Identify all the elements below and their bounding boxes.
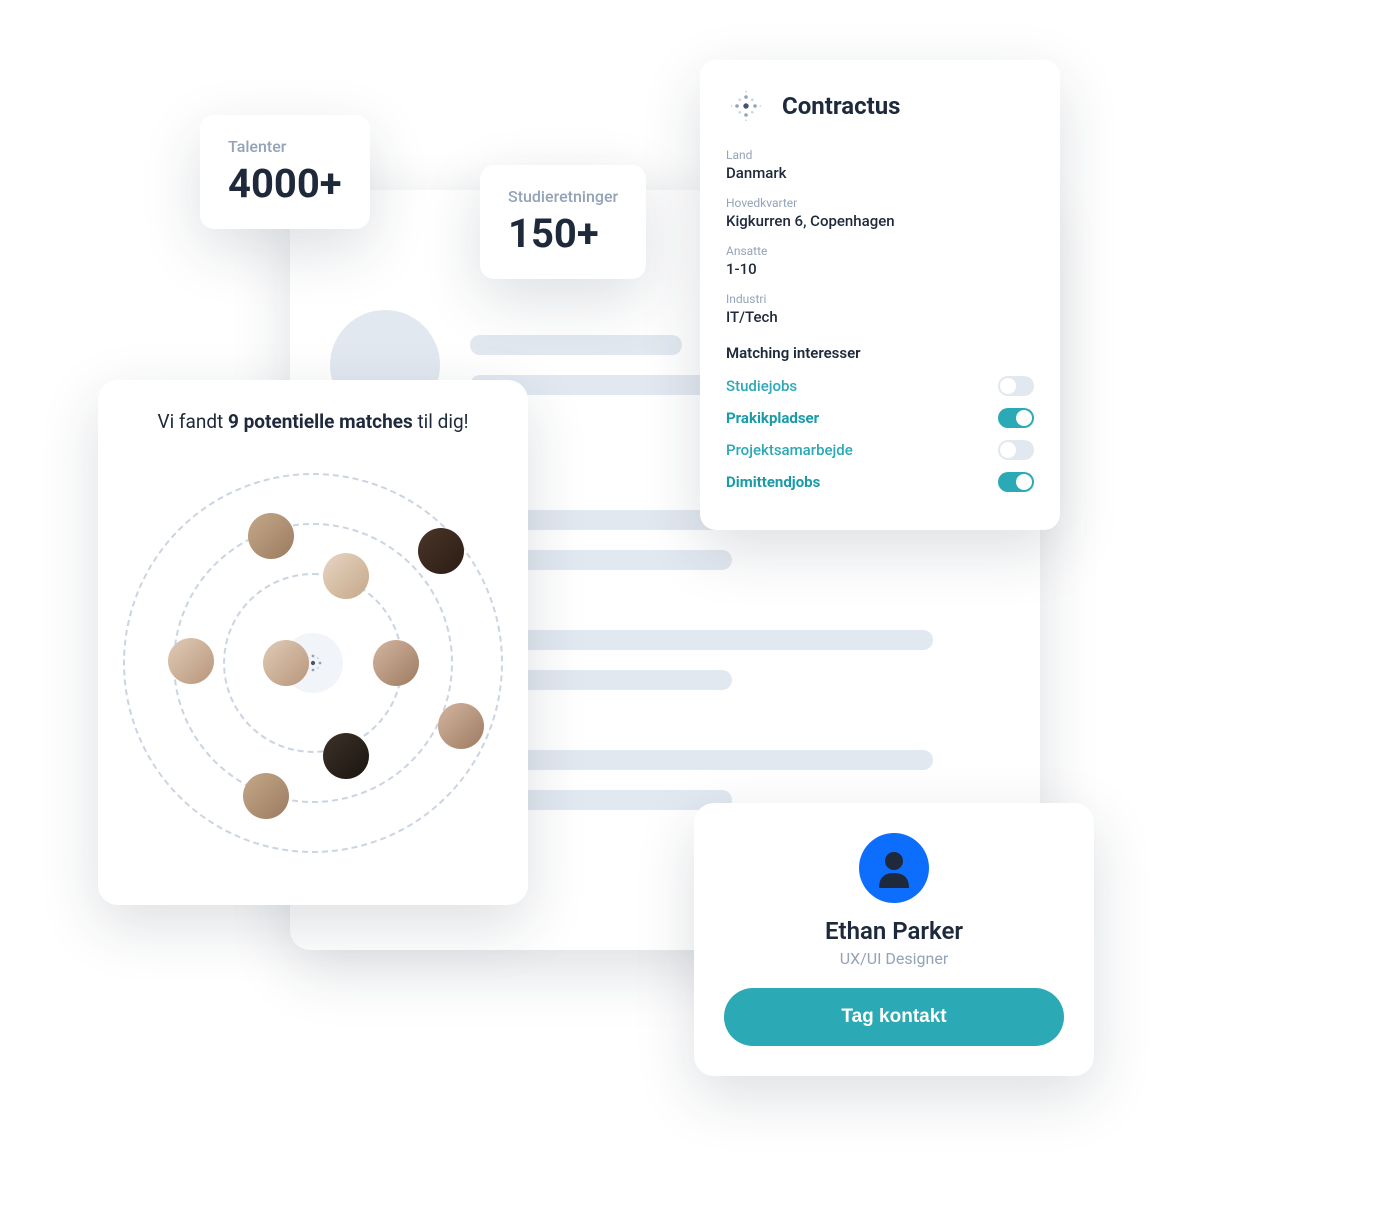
toggle-prakikpladser[interactable] xyxy=(998,408,1034,428)
stat-card-talenter: Talenter 4000+ xyxy=(200,115,370,229)
skeleton-line xyxy=(470,335,682,355)
stat-card-studieretninger: Studieretninger 150+ xyxy=(480,165,646,279)
stat-value: 150+ xyxy=(508,210,618,257)
toggle-projektsamarbejde[interactable] xyxy=(998,440,1034,460)
field-value: 1-10 xyxy=(726,260,1034,278)
avatar xyxy=(248,513,294,559)
profile-avatar xyxy=(859,833,929,903)
interest-label: Studiejobs xyxy=(726,377,797,395)
profile-role: UX/UI Designer xyxy=(840,949,949,968)
interest-row-prakikpladser: Prakikpladser xyxy=(726,408,1034,428)
orbit-diagram xyxy=(128,453,498,873)
field-value: Danmark xyxy=(726,164,1034,182)
company-name: Contractus xyxy=(782,92,900,120)
avatar xyxy=(418,528,464,574)
company-field-land: Land Danmark xyxy=(726,148,1034,182)
company-field-hovedkvarter: Hovedkvarter Kigkurren 6, Copenhagen xyxy=(726,196,1034,230)
profile-card: Ethan Parker UX/UI Designer Tag kontakt xyxy=(694,803,1094,1076)
interest-row-projektsamarbejde: Projektsamarbejde xyxy=(726,440,1034,460)
stat-label: Studieretninger xyxy=(508,187,618,206)
avatar xyxy=(373,640,419,686)
company-field-ansatte: Ansatte 1-10 xyxy=(726,244,1034,278)
field-label: Hovedkvarter xyxy=(726,196,1034,210)
avatar xyxy=(168,638,214,684)
field-label: Industri xyxy=(726,292,1034,306)
field-value: IT/Tech xyxy=(726,308,1034,326)
toggle-dimittendjobs[interactable] xyxy=(998,472,1034,492)
avatar xyxy=(323,733,369,779)
interest-label: Dimittendjobs xyxy=(726,473,820,491)
interest-label: Projektsamarbejde xyxy=(726,441,853,459)
interests-title: Matching interesser xyxy=(726,344,1034,362)
company-field-industri: Industri IT/Tech xyxy=(726,292,1034,326)
field-value: Kigkurren 6, Copenhagen xyxy=(726,212,1034,230)
company-logo-icon xyxy=(726,86,766,126)
interest-row-studiejobs: Studiejobs xyxy=(726,376,1034,396)
matches-card: Vi fandt 9 potentielle matches til dig! xyxy=(98,380,528,905)
profile-name: Ethan Parker xyxy=(825,917,963,945)
stat-value: 4000+ xyxy=(228,160,342,207)
interest-row-dimittendjobs: Dimittendjobs xyxy=(726,472,1034,492)
matches-title: Vi fandt 9 potentielle matches til dig! xyxy=(128,410,498,433)
avatar xyxy=(323,553,369,599)
toggle-studiejobs[interactable] xyxy=(998,376,1034,396)
interest-label: Prakikpladser xyxy=(726,409,819,427)
field-label: Ansatte xyxy=(726,244,1034,258)
avatar xyxy=(243,773,289,819)
company-card: Contractus Land Danmark Hovedkvarter Kig… xyxy=(700,60,1060,530)
stat-label: Talenter xyxy=(228,137,342,156)
avatar xyxy=(438,703,484,749)
avatar xyxy=(263,640,309,686)
field-label: Land xyxy=(726,148,1034,162)
contact-button[interactable]: Tag kontakt xyxy=(724,988,1064,1046)
